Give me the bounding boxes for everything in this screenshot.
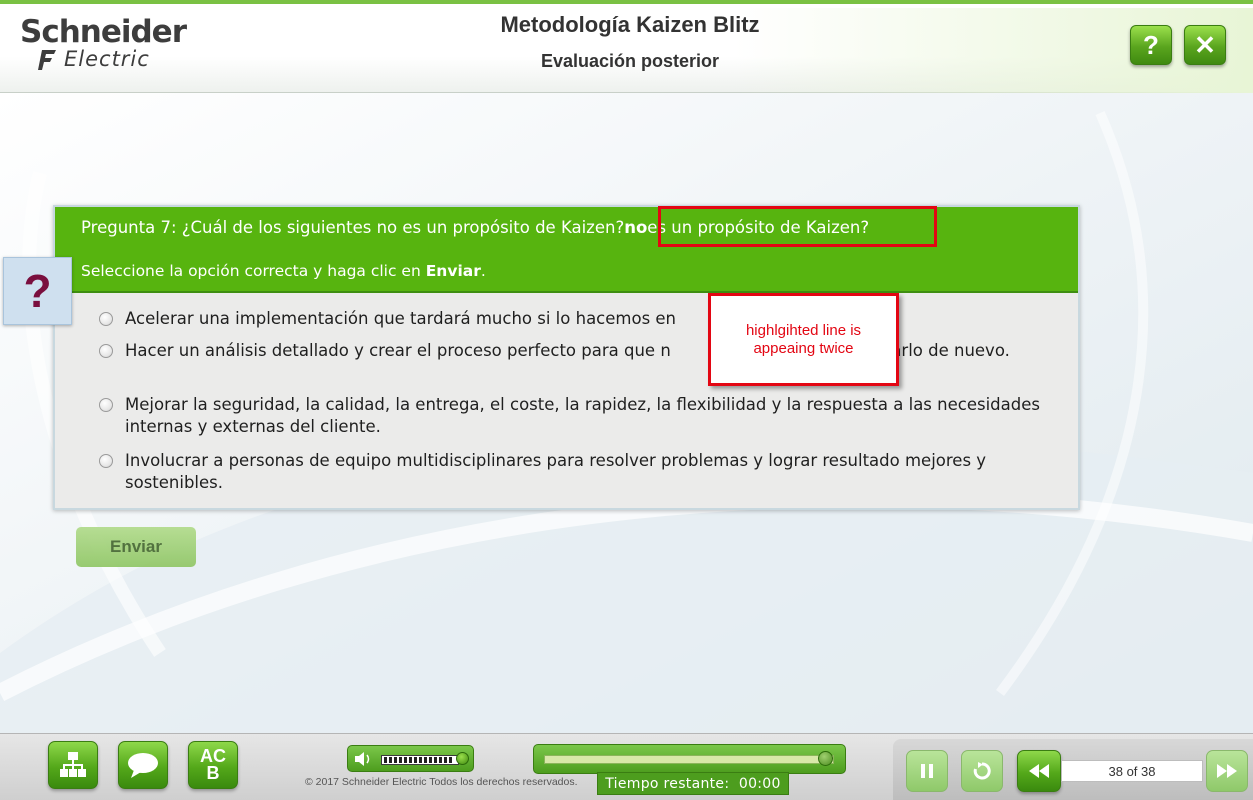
glossary-icon-bottom: B: [206, 763, 220, 783]
help-button[interactable]: ?: [1130, 25, 1172, 65]
volume-knob[interactable]: [456, 752, 469, 765]
pause-icon: [921, 764, 933, 778]
next-button[interactable]: [1206, 750, 1248, 792]
annotation-highlight-box: [658, 206, 937, 247]
instruction-text: Seleccione la opción correcta y haga cli…: [81, 262, 486, 280]
question-prefix: Pregunta 7: ¿Cuál de los siguientes no e…: [81, 218, 625, 237]
sitemap-icon: [60, 752, 86, 777]
timer-label: Tiempo restante:: [605, 775, 730, 792]
close-button[interactable]: ✕: [1184, 25, 1226, 65]
schneider-logo: Schneider Electric: [20, 14, 210, 76]
fast-forward-icon: [1217, 764, 1237, 778]
logo-wordmark-top: Schneider: [20, 14, 187, 50]
answer-option-4[interactable]: Involucrar a personas de equipo multidis…: [99, 450, 1045, 494]
timer-value: 00:00: [738, 775, 781, 792]
menu-button[interactable]: [48, 741, 98, 789]
logo-wordmark-bottom: Electric: [64, 47, 150, 71]
speech-bubble-icon: [128, 753, 158, 778]
option-label: Hacer un análisis detallado y crear el p…: [125, 341, 1010, 360]
volume-level: [381, 755, 459, 765]
answer-option-3[interactable]: Mejorar la seguridad, la calidad, la ent…: [99, 394, 1045, 438]
course-subtitle: Evaluación posterior: [540, 51, 720, 71]
logo-mark-icon: [38, 50, 56, 70]
instruction-prefix: Seleccione la opción correcta y haga cli…: [81, 262, 426, 280]
replay-button[interactable]: [961, 750, 1003, 792]
submit-button[interactable]: Enviar: [76, 527, 196, 567]
pause-button[interactable]: [906, 750, 948, 792]
close-icon: ✕: [1194, 29, 1216, 60]
instruction-suffix: .: [480, 262, 486, 280]
rewind-icon: [1029, 764, 1049, 778]
question-mark-icon: ?: [23, 265, 52, 317]
time-remaining: Tiempo restante: 00:00: [597, 772, 789, 795]
previous-button[interactable]: [1017, 750, 1061, 792]
volume-control[interactable]: [347, 745, 474, 772]
answer-option-1[interactable]: Acelerar una implementación que tardará …: [99, 308, 1045, 330]
page-counter: 38 of 38: [1061, 760, 1203, 782]
question-duplicate-bold: no: [624, 218, 648, 237]
instruction-bold: Enviar: [425, 262, 481, 280]
progress-track: [544, 755, 834, 764]
speaker-icon: [355, 752, 370, 766]
option-label: Acelerar una implementación que tardará …: [125, 309, 677, 328]
question-card: Pregunta 7: ¿Cuál de los siguientes no e…: [53, 205, 1080, 510]
slide-progress-bar[interactable]: [533, 744, 846, 774]
course-title: Metodología Kaizen Blitz: [500, 12, 760, 37]
radio-button[interactable]: [99, 454, 113, 468]
option-label: Mejorar la seguridad, la calidad, la ent…: [125, 395, 1040, 436]
annotation-note: highlgihted line is appeaing twice: [708, 293, 899, 386]
radio-button[interactable]: [99, 312, 113, 326]
help-icon: ?: [1143, 29, 1159, 60]
copyright-text: © 2017 Schneider Electric Todos los dere…: [305, 776, 578, 788]
chat-button[interactable]: [118, 741, 168, 789]
radio-button[interactable]: [99, 398, 113, 412]
glossary-button[interactable]: AC B: [188, 741, 238, 789]
question-badge: ?: [3, 257, 72, 325]
option-label: Involucrar a personas de equipo multidis…: [125, 451, 987, 492]
radio-button[interactable]: [99, 344, 113, 358]
answer-option-2[interactable]: Hacer un análisis detallado y crear el p…: [99, 340, 1045, 362]
replay-icon: [973, 762, 991, 780]
